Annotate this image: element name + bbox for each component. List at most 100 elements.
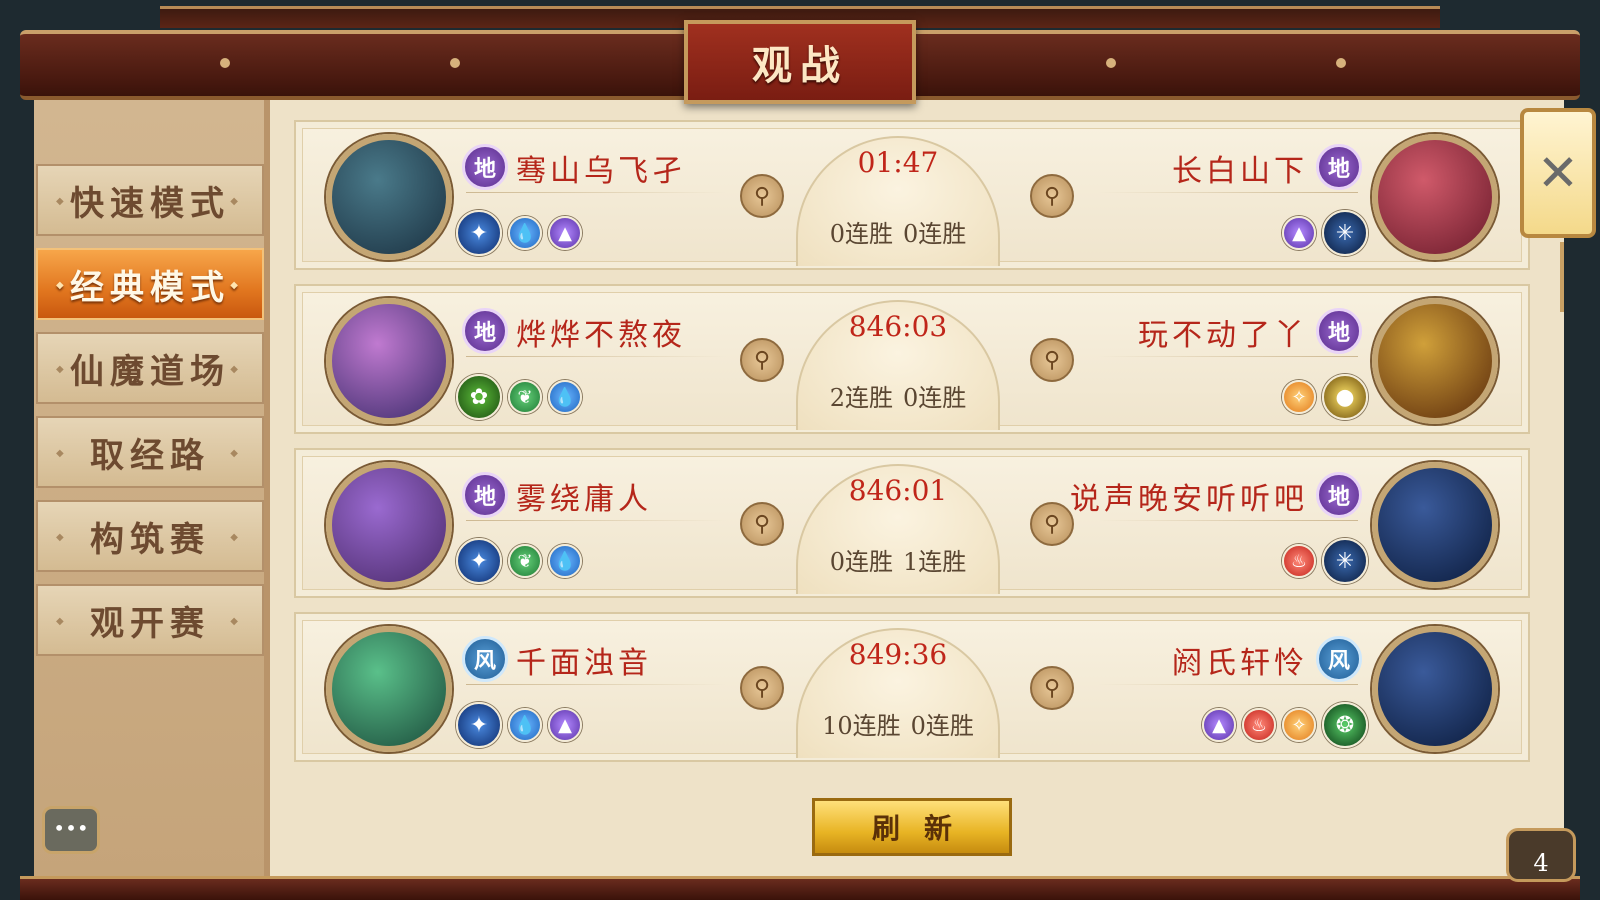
- left-win-streak: 0连胜: [829, 548, 893, 576]
- frame-stud: [1336, 58, 1346, 68]
- page-title: 观战: [752, 42, 848, 89]
- water-icon: 💧: [548, 544, 582, 578]
- left-player-name: 千面浊音: [516, 646, 652, 681]
- divider-line: [466, 684, 726, 685]
- refresh-button[interactable]: 刷新: [812, 798, 1012, 856]
- left-rank-badge: 地: [462, 144, 508, 190]
- match-center: 846:01 0连胜 1连胜: [796, 464, 1000, 594]
- fire-icon: ♨: [1242, 708, 1276, 742]
- right-player-name: 玩不动了丫: [1138, 318, 1308, 353]
- match-timer: 849:36: [848, 638, 948, 671]
- mountain-icon: ▲: [1202, 708, 1236, 742]
- right-player-name: 说声晚安听听吧: [1070, 482, 1308, 517]
- search-icon: ⚲: [753, 183, 771, 209]
- spider-icon: ✳: [1322, 538, 1368, 584]
- right-skill-icons: ▲ ✳: [1282, 210, 1368, 256]
- bottom-frame: [20, 876, 1580, 900]
- left-watch-button[interactable]: ⚲: [740, 502, 784, 546]
- star-icon: ✧: [1282, 708, 1316, 742]
- left-skill-icons: ✦ 💧 ▲: [456, 210, 582, 256]
- count-badge[interactable]: 4: [1506, 828, 1576, 882]
- search-icon: ⚲: [753, 347, 771, 373]
- match-card[interactable]: 地烨烨不熬夜 ✿ ❦ 💧 ⚲ 地玩不动了丫 ✧ ● ⚲ 846:03 2连胜 0连胜: [294, 284, 1530, 434]
- chat-button[interactable]: •••: [42, 806, 100, 854]
- beast-icon: ✦: [456, 702, 502, 748]
- right-player-avatar[interactable]: [1372, 134, 1498, 260]
- frame-stud: [220, 58, 230, 68]
- tab-classic-mode[interactable]: 经典模式: [36, 248, 264, 320]
- left-win-streak: 10连胜: [822, 712, 901, 740]
- right-win-streak: 0连胜: [910, 712, 974, 740]
- win-streaks: 0连胜 1连胜: [798, 542, 998, 577]
- right-skill-icons: ✧ ●: [1282, 374, 1368, 420]
- title-plate: 观战: [684, 20, 916, 104]
- leaf-icon: ❦: [508, 380, 542, 414]
- match-center: 846:03 2连胜 0连胜: [796, 300, 1000, 430]
- tree-icon: ✿: [456, 374, 502, 420]
- match-center: 849:36 10连胜 0连胜: [796, 628, 1000, 758]
- left-skill-icons: ✦ ❦ 💧: [456, 538, 582, 584]
- right-player-avatar[interactable]: [1372, 298, 1498, 424]
- left-player-avatar[interactable]: [326, 298, 452, 424]
- frame-stud: [1106, 58, 1116, 68]
- search-icon: ⚲: [753, 511, 771, 537]
- water-icon: 💧: [508, 216, 542, 250]
- left-player-name: 雾绕庸人: [516, 482, 652, 517]
- left-watch-button[interactable]: ⚲: [740, 174, 784, 218]
- divider-line: [1098, 192, 1358, 193]
- right-skill-icons: ▲ ♨ ✧ ❂: [1202, 702, 1368, 748]
- divider-line: [466, 192, 726, 193]
- divider-line: [1098, 684, 1358, 685]
- right-player-avatar[interactable]: [1372, 626, 1498, 752]
- tab-immortal-arena[interactable]: 仙魔道场: [36, 332, 264, 404]
- mountain-icon: ▲: [548, 216, 582, 250]
- match-card[interactable]: 风千面浊音 ✦ 💧 ▲ ⚲ 风阏氏轩怜 ▲ ♨ ✧ ❂ ⚲ 849:36 10连胜 0连胜: [294, 612, 1530, 762]
- left-watch-button[interactable]: ⚲: [740, 338, 784, 382]
- left-rank-badge: 地: [462, 472, 508, 518]
- match-timer: 846:03: [848, 310, 948, 343]
- left-skill-icons: ✿ ❦ 💧: [456, 374, 582, 420]
- right-win-streak: 0连胜: [903, 384, 967, 412]
- match-card[interactable]: 地雾绕庸人 ✦ ❦ 💧 ⚲ 地说声晚安听听吧 ♨ ✳ ⚲ 846:01 0连胜 1连胜: [294, 448, 1530, 598]
- divider-line: [466, 356, 726, 357]
- left-player-avatar[interactable]: [326, 134, 452, 260]
- tab-pilgrimage[interactable]: 取经路: [36, 416, 264, 488]
- left-player-avatar[interactable]: [326, 462, 452, 588]
- divider-line: [1098, 356, 1358, 357]
- left-player-avatar[interactable]: [326, 626, 452, 752]
- beast-icon: ✦: [456, 538, 502, 584]
- search-icon: ⚲: [1043, 183, 1061, 209]
- match-card[interactable]: 地骞山乌飞孑 ✦ 💧 ▲ ⚲ 地长白山下 ▲ ✳ ⚲ 01:47 0连胜 0连胜: [294, 120, 1530, 270]
- search-icon: ⚲: [1043, 511, 1061, 537]
- mountain-icon: ▲: [548, 708, 582, 742]
- right-rank-badge: 风: [1316, 636, 1362, 682]
- right-player-avatar[interactable]: [1372, 462, 1498, 588]
- match-timer: 846:01: [848, 474, 948, 507]
- frame-stud: [450, 58, 460, 68]
- left-win-streak: 0连胜: [829, 220, 893, 248]
- fire-icon: ♨: [1282, 544, 1316, 578]
- tab-open-match[interactable]: 观开赛: [36, 584, 264, 656]
- right-player-name: 长白山下: [1172, 154, 1308, 189]
- left-rank-badge: 风: [462, 636, 508, 682]
- right-watch-button[interactable]: ⚲: [1030, 666, 1074, 710]
- tab-construct-match[interactable]: 构筑赛: [36, 500, 264, 572]
- left-win-streak: 2连胜: [829, 384, 893, 412]
- search-icon: ⚲: [1043, 675, 1061, 701]
- dragon-icon: ❂: [1322, 702, 1368, 748]
- right-rank-badge: 地: [1316, 308, 1362, 354]
- beast-icon: ✦: [456, 210, 502, 256]
- search-icon: ⚲: [1043, 347, 1061, 373]
- left-player-name: 骞山乌飞孑: [516, 154, 686, 189]
- tab-quick-mode[interactable]: 快速模式: [36, 164, 264, 236]
- match-timer: 01:47: [857, 146, 939, 179]
- right-watch-button[interactable]: ⚲: [1030, 338, 1074, 382]
- right-watch-button[interactable]: ⚲: [1030, 502, 1074, 546]
- divider-line: [1098, 520, 1358, 521]
- left-watch-button[interactable]: ⚲: [740, 666, 784, 710]
- close-icon: ✕: [1537, 144, 1579, 202]
- star-icon: ✧: [1282, 380, 1316, 414]
- close-button[interactable]: ✕: [1520, 108, 1596, 312]
- water-icon: 💧: [508, 708, 542, 742]
- right-watch-button[interactable]: ⚲: [1030, 174, 1074, 218]
